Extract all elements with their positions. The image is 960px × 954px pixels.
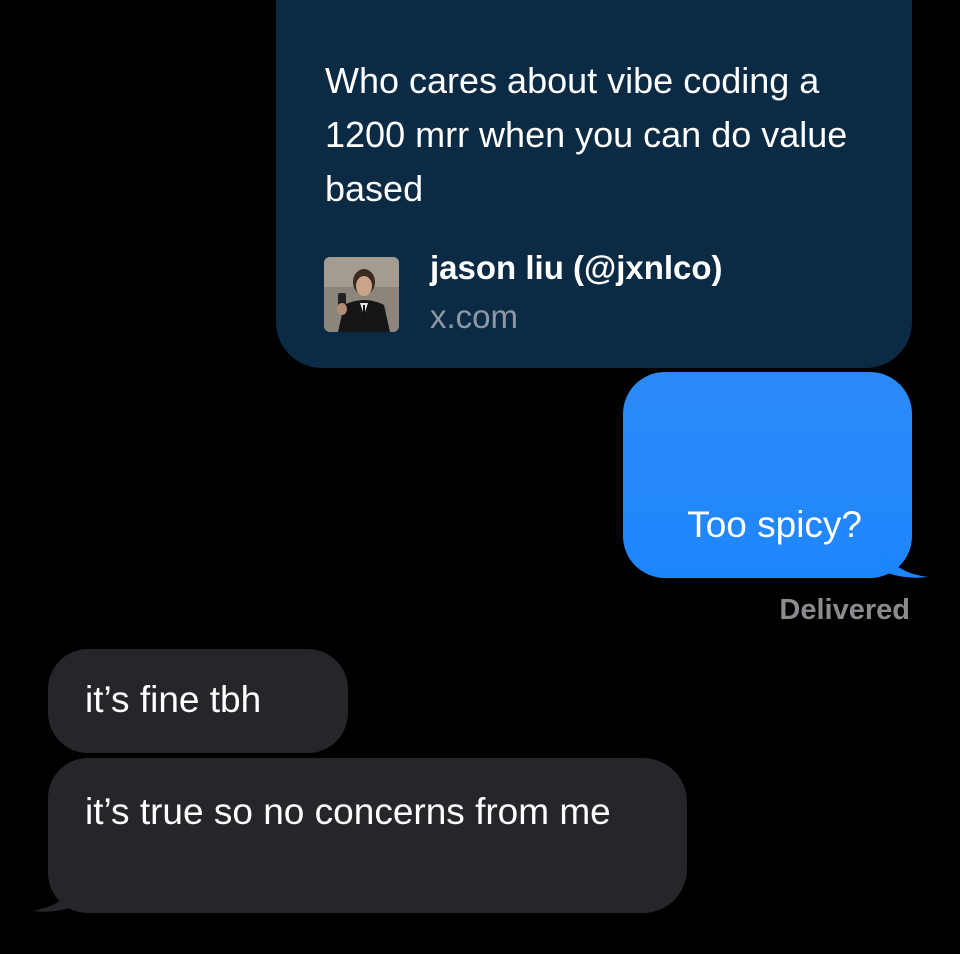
link-preview-text: jason liu (@jxnlco) x.com (430, 248, 723, 340)
link-preview-meta: jason liu (@jxnlco) x.com (324, 248, 723, 340)
received-bubble-tail-icon (32, 874, 80, 912)
received-message-text: it’s true so no concerns from me (85, 791, 611, 832)
link-preview-headline: Who cares about vibe coding a 1200 mrr w… (325, 60, 848, 209)
delivery-receipt: Delivered (779, 594, 910, 626)
sent-message-text: Too spicy? (687, 504, 862, 545)
sent-message-bubble[interactable]: Too spicy? (623, 372, 912, 578)
received-message-text: it’s fine tbh (85, 679, 262, 720)
link-preview-card[interactable]: Who cares about vibe coding a 1200 mrr w… (276, 0, 912, 368)
link-preview-domain: x.com (430, 298, 519, 335)
message-thread: Who cares about vibe coding a 1200 mrr w… (0, 0, 960, 954)
link-preview-author: jason liu (@jxnlco) (430, 249, 723, 286)
sent-bubble-tail-icon (880, 540, 928, 578)
received-message-bubble[interactable]: it’s true so no concerns from me (48, 758, 687, 913)
profile-photo-icon (324, 256, 399, 332)
received-message-bubble[interactable]: it’s fine tbh (48, 649, 348, 753)
